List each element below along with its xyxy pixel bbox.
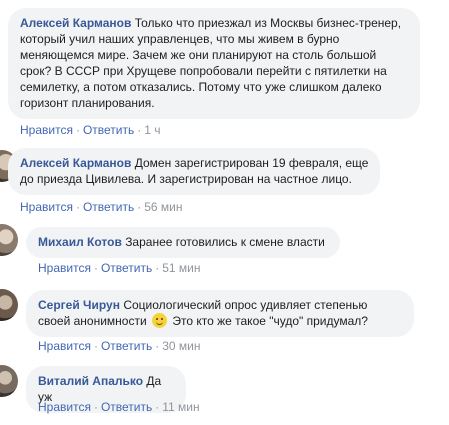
comment-timestamp[interactable]: 1 ч	[144, 123, 160, 137]
avatar[interactable]	[0, 365, 18, 397]
separator: ·	[75, 123, 80, 137]
comment-text: Только что приезжал из Москвы бизнес-тре…	[20, 16, 402, 110]
separator: ·	[137, 123, 142, 137]
reply-link[interactable]: Ответить	[101, 400, 152, 414]
comment-actions: Нравится · Ответить · 51 мин	[38, 261, 201, 275]
separator: ·	[93, 261, 98, 275]
separator: ·	[155, 261, 160, 275]
comment-text-continued: Это кто же такое "чудо" придумал?	[169, 314, 368, 328]
comment-author[interactable]: Сергей Чирун	[38, 298, 120, 312]
reply-link[interactable]: Ответить	[101, 339, 152, 353]
like-link[interactable]: Нравится	[38, 339, 91, 353]
like-link[interactable]: Нравится	[20, 200, 73, 214]
like-link[interactable]: Нравится	[38, 261, 91, 275]
reply-link[interactable]: Ответить	[83, 200, 134, 214]
smiley-emoji-icon	[152, 313, 168, 328]
comment-text: Заранее готовились к смене власти	[125, 235, 325, 249]
comment-author[interactable]: Алексей Карманов	[20, 156, 131, 170]
comment-actions: Нравится · Ответить · 11 мин	[38, 400, 200, 414]
separator: ·	[155, 339, 160, 353]
separator: ·	[155, 400, 160, 414]
separator: ·	[93, 339, 98, 353]
separator: ·	[75, 200, 80, 214]
avatar[interactable]	[0, 289, 18, 321]
comment-actions: Нравится · Ответить · 1 ч	[20, 123, 161, 137]
comment-timestamp[interactable]: 51 мин	[162, 261, 200, 275]
comment-bubble: Алексей Карманов Только что приезжал из …	[8, 8, 420, 119]
reply-link[interactable]: Ответить	[83, 123, 134, 137]
comment-bubble: Сергей Чирун Социологический опрос удивл…	[26, 290, 414, 337]
comment-actions: Нравится · Ответить · 56 мин	[20, 200, 183, 214]
like-link[interactable]: Нравится	[20, 123, 73, 137]
comment-author[interactable]: Михаил Котов	[38, 235, 122, 249]
separator: ·	[93, 400, 98, 414]
avatar[interactable]	[0, 224, 18, 256]
separator: ·	[137, 200, 142, 214]
comment-timestamp[interactable]: 30 мин	[162, 339, 200, 353]
comment-author[interactable]: Виталий Апалько	[38, 374, 143, 388]
like-link[interactable]: Нравится	[38, 400, 91, 414]
comment-author[interactable]: Алексей Карманов	[20, 16, 131, 30]
comment-actions: Нравится · Ответить · 30 мин	[38, 339, 201, 353]
comment-timestamp[interactable]: 56 мин	[144, 200, 182, 214]
comment-timestamp[interactable]: 11 мин	[162, 400, 199, 414]
comment-bubble: Алексей Карманов Домен зарегистрирован 1…	[8, 148, 380, 195]
comment-bubble: Михаил Котов Заранее готовились к смене …	[26, 227, 340, 258]
reply-link[interactable]: Ответить	[101, 261, 152, 275]
